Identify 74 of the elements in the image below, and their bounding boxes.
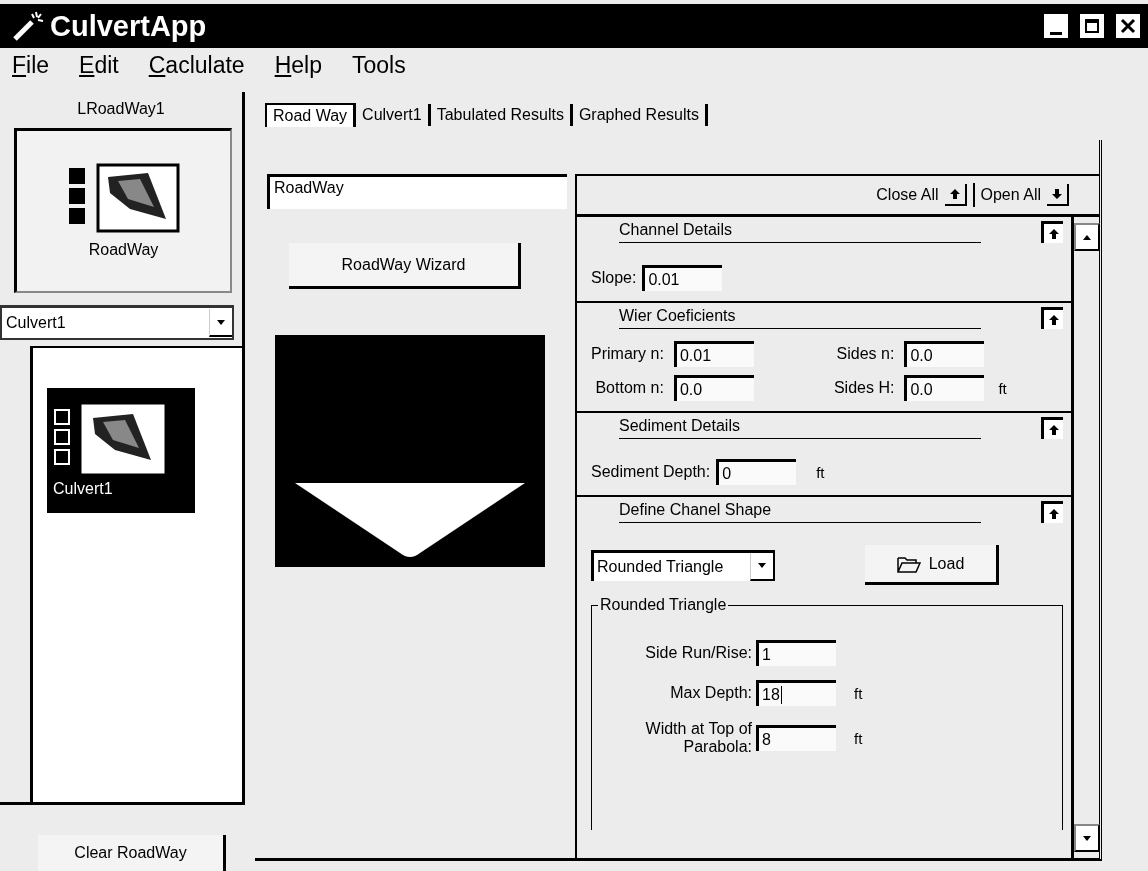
wizard-button[interactable]: RoadWay Wizard [289, 243, 521, 289]
input-field[interactable]: 0.0 [673, 375, 754, 401]
collapse-button[interactable] [1041, 221, 1063, 243]
field-label: Primary n: [591, 345, 664, 363]
close-icon [1120, 18, 1136, 34]
input-field[interactable]: 0.01 [673, 341, 754, 367]
unit-label: ft [854, 729, 863, 747]
input-field[interactable]: 18 [756, 680, 836, 706]
minimize-button[interactable] [1042, 12, 1070, 40]
down-arrow-icon [1052, 189, 1062, 199]
unit-label: ft [854, 684, 863, 702]
roadway-thumbnail-icon [53, 403, 165, 476]
section-title: Sediment Details [619, 417, 981, 439]
roadway-thumbnail-icon [67, 163, 180, 235]
field-label: Width at Top of Parabola: [644, 720, 752, 756]
up-arrow-icon [1048, 314, 1059, 325]
maximize-button[interactable] [1078, 12, 1106, 40]
field-label: Sides n: [835, 345, 895, 363]
section-title: Define Chanel Shape [619, 501, 981, 523]
input-field[interactable]: 0.01 [642, 265, 723, 291]
section-title: Channel Details [619, 221, 981, 243]
input-field[interactable]: 1 [756, 640, 836, 666]
dropdown-caret-icon [217, 319, 225, 325]
open-all-button[interactable]: Open All [978, 184, 1071, 206]
unit-label: ft [998, 379, 1007, 397]
panel-title: LRoadWay1 [77, 100, 165, 118]
input-field[interactable]: 0 [716, 459, 797, 485]
group-title: Rounded Triangle [598, 596, 729, 614]
menu-item[interactable]: Edit [79, 51, 119, 79]
menu-item[interactable]: Tools [351, 51, 406, 79]
collapse-button[interactable] [1041, 307, 1063, 329]
field-label: Max Depth: [669, 684, 752, 702]
culvert-dropdown[interactable]: Culvert1 [0, 305, 234, 340]
up-arrow-icon [1048, 508, 1059, 519]
menu-item[interactable]: File [12, 51, 50, 79]
list-item[interactable]: Culvert1 [47, 388, 195, 513]
tab[interactable]: Culvert1 [356, 104, 431, 126]
tab[interactable]: Tabulated Results [430, 104, 573, 126]
collapse-button[interactable] [1041, 417, 1063, 439]
field-label: Slope: [591, 269, 637, 287]
card-label: RoadWay [88, 241, 159, 259]
section-title: Wier Coeficients [619, 307, 981, 329]
up-arrow-icon [1048, 424, 1059, 435]
scroll-down-icon [1083, 835, 1091, 841]
unit-label: ft [816, 463, 825, 481]
collapse-button[interactable] [1041, 501, 1063, 523]
window-title: CulvertApp [50, 9, 208, 43]
field-label: Side Run/Rise: [644, 644, 752, 662]
tab[interactable]: Road Way [265, 103, 357, 127]
input-field[interactable]: 0.0 [904, 375, 985, 401]
close-button[interactable] [1114, 12, 1142, 40]
input-field[interactable]: 8 [756, 725, 836, 751]
minimize-icon [1050, 31, 1062, 35]
shape-dropdown[interactable]: Rounded Triangle [591, 549, 775, 581]
menu-item[interactable]: Help [274, 51, 322, 79]
clear-roadway-button[interactable]: Clear RoadWay [38, 835, 226, 871]
close-all-button[interactable]: Close All [874, 184, 969, 206]
up-arrow-icon [1048, 228, 1059, 239]
dropdown-caret-icon [758, 563, 766, 568]
name-field[interactable]: RoadWay [267, 174, 567, 209]
tab[interactable]: Graphed Results [572, 104, 708, 126]
input-field[interactable]: 0.0 [904, 341, 985, 367]
item-label: Culvert1 [53, 479, 114, 498]
scroll-up-icon [1083, 234, 1091, 240]
field-label: Sediment Depth: [591, 463, 711, 481]
field-label: Sides H: [833, 379, 895, 397]
maximize-icon [1084, 18, 1100, 34]
field-label: Bottom n: [594, 379, 664, 397]
menu-item[interactable]: Caclulate [148, 51, 245, 79]
roadway-card[interactable]: RoadWay [14, 128, 232, 293]
folder-icon [896, 554, 921, 573]
load-button[interactable]: Load [865, 545, 999, 585]
up-arrow-icon [949, 189, 960, 199]
magic-wand-icon [12, 10, 44, 42]
